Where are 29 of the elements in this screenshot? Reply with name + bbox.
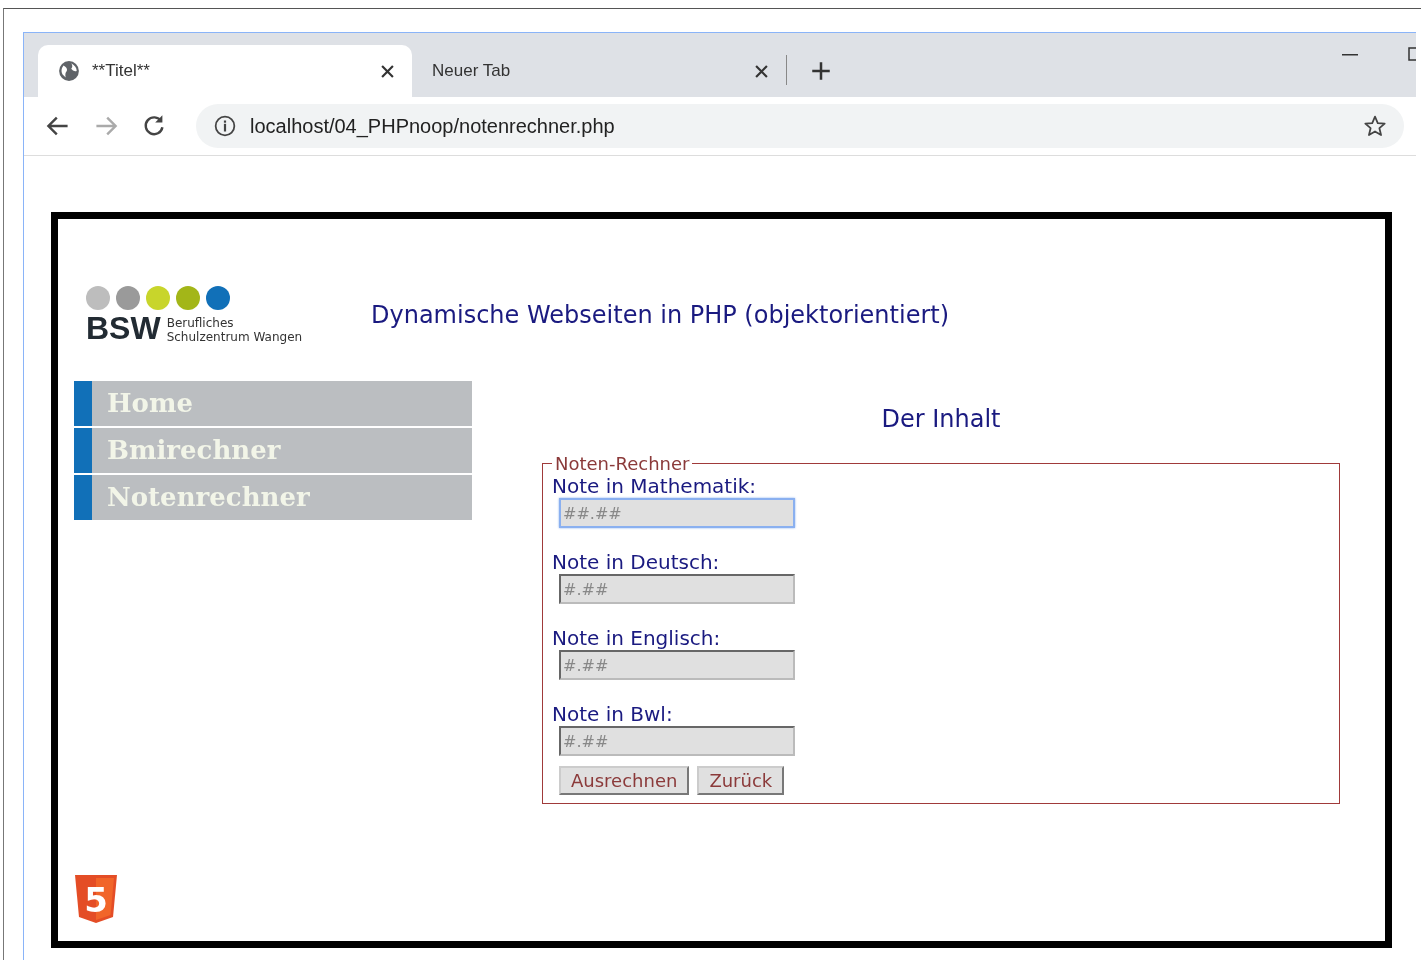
logo-letters: BSW	[86, 312, 161, 344]
new-tab-icon[interactable]	[811, 61, 831, 81]
close-icon[interactable]	[755, 64, 768, 78]
close-icon[interactable]	[381, 64, 394, 78]
form-button[interactable]: Zurück	[697, 766, 785, 795]
form-legend: Noten-Rechner	[552, 453, 693, 474]
field-label: Note in Deutsch:	[552, 550, 721, 574]
logo-text: Berufliches	[166, 316, 235, 330]
minimize-icon[interactable]	[1342, 54, 1358, 56]
field-label: Note in Mathematik:	[552, 474, 758, 498]
field-label: Note in Bwl:	[552, 702, 674, 726]
browser-tab[interactable]: **Titel**	[38, 45, 412, 97]
content-heading: Der Inhalt	[880, 405, 1002, 433]
input-field[interactable]: ##.##	[559, 498, 795, 528]
browser-tab[interactable]: Neuer Tab	[412, 45, 786, 97]
input-field[interactable]: #.##	[559, 574, 795, 604]
page-title: Dynamische Webseiten in PHP (objektorientiert)	[371, 301, 950, 329]
reload-icon[interactable]	[142, 114, 166, 138]
form-button[interactable]: Ausrechnen	[559, 766, 690, 795]
logo-text: Schulzentrum Wangen	[166, 330, 303, 344]
input-field[interactable]: #.##	[559, 650, 795, 680]
field-label: Note in Englisch:	[552, 626, 722, 650]
back-icon[interactable]	[46, 114, 70, 138]
star-icon[interactable]	[1364, 115, 1386, 137]
input-field[interactable]: #.##	[559, 726, 795, 756]
address-bar[interactable]: localhost/04_PHPnoop/notenrechner.php	[196, 104, 1404, 148]
globe-icon	[58, 60, 80, 82]
info-icon	[214, 115, 236, 137]
html5-icon: 5	[75, 875, 117, 923]
